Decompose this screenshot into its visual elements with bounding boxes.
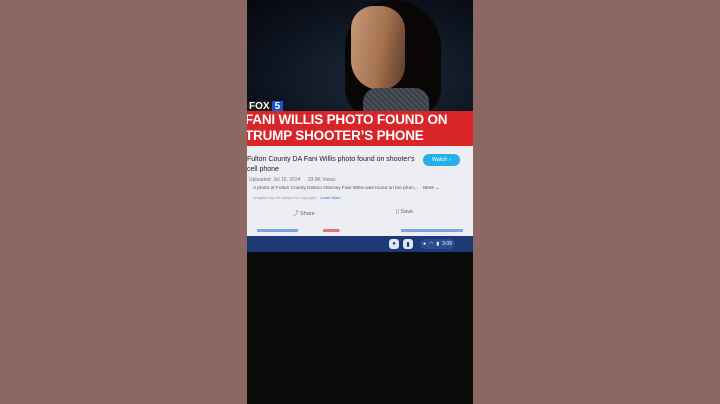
- watch-button[interactable]: Watch ›: [423, 154, 460, 166]
- record-icon: ●: [423, 241, 427, 247]
- clock: 3:09: [442, 241, 452, 247]
- phone-frame: FOX 5 FANI WILLIS PHOTO FOUND ON TRUMP S…: [247, 0, 473, 404]
- chevron-down-icon: ⌄: [435, 186, 440, 191]
- save-button[interactable]: ▯ Save: [396, 209, 413, 215]
- action-row: ⤴ Share ▯ Save: [247, 207, 473, 217]
- browser-screen: FOX 5 FANI WILLIS PHOTO FOUND ON TRUMP S…: [247, 0, 473, 252]
- video-title[interactable]: Fulton County DA Fani Willis photo found…: [247, 155, 419, 174]
- blurred-background-left: [0, 0, 247, 404]
- battery-icon: ▮: [436, 241, 440, 247]
- chevron-right-icon: ›: [449, 157, 452, 163]
- blurred-background-right: [473, 0, 720, 404]
- watch-label: Watch: [431, 157, 448, 163]
- disclaimer-text: Images may be subject to copyright.: [253, 195, 318, 200]
- share-label: Share: [300, 211, 315, 217]
- view-count: 33.9K Views: [307, 177, 336, 183]
- copyright-notice: Images may be subject to copyright. Lear…: [253, 195, 341, 200]
- related-thumbnails-strip: [257, 229, 463, 232]
- news-thumbnail[interactable]: FOX 5 FANI WILLIS PHOTO FOUND ON TRUMP S…: [247, 0, 473, 146]
- system-tray[interactable]: ● ◠ ▮ 3:09: [420, 239, 455, 249]
- upload-date: Uploaded: Jul 16, 2024: [249, 177, 301, 183]
- more-link[interactable]: More ⌄: [423, 186, 439, 191]
- headline-line-1: FANI WILLIS PHOTO FOUND ON: [247, 112, 448, 127]
- description-text: A photo of Fulton County District Attorn…: [253, 186, 418, 191]
- share-icon: ⤴: [293, 211, 299, 217]
- bookmark-icon: ▯: [396, 209, 400, 215]
- video-info-panel: Fulton County DA Fani Willis photo found…: [247, 150, 473, 232]
- app-icon[interactable]: ●: [389, 239, 399, 249]
- save-label: Save: [400, 209, 414, 215]
- window-icon[interactable]: ▮: [403, 239, 413, 249]
- headline-banner: FANI WILLIS PHOTO FOUND ON TRUMP SHOOTER…: [247, 111, 473, 146]
- os-taskbar: ● ▮ ● ◠ ▮ 3:09: [247, 236, 473, 252]
- headline-text: FANI WILLIS PHOTO FOUND ON TRUMP SHOOTER…: [247, 112, 473, 144]
- headline-line-2: TRUMP SHOOTER’S PHONE: [247, 128, 424, 143]
- learn-more-link[interactable]: Learn More: [320, 195, 340, 200]
- video-description: A photo of Fulton County District Attorn…: [253, 186, 463, 191]
- wifi-icon: ◠: [429, 241, 434, 247]
- video-meta: Uploaded: Jul 16, 2024 33.9K Views: [249, 177, 342, 183]
- person-photo: [339, 0, 447, 120]
- taskbar-apps: ● ▮: [389, 239, 413, 249]
- more-label: More: [423, 186, 435, 191]
- share-button[interactable]: ⤴ Share: [293, 209, 315, 217]
